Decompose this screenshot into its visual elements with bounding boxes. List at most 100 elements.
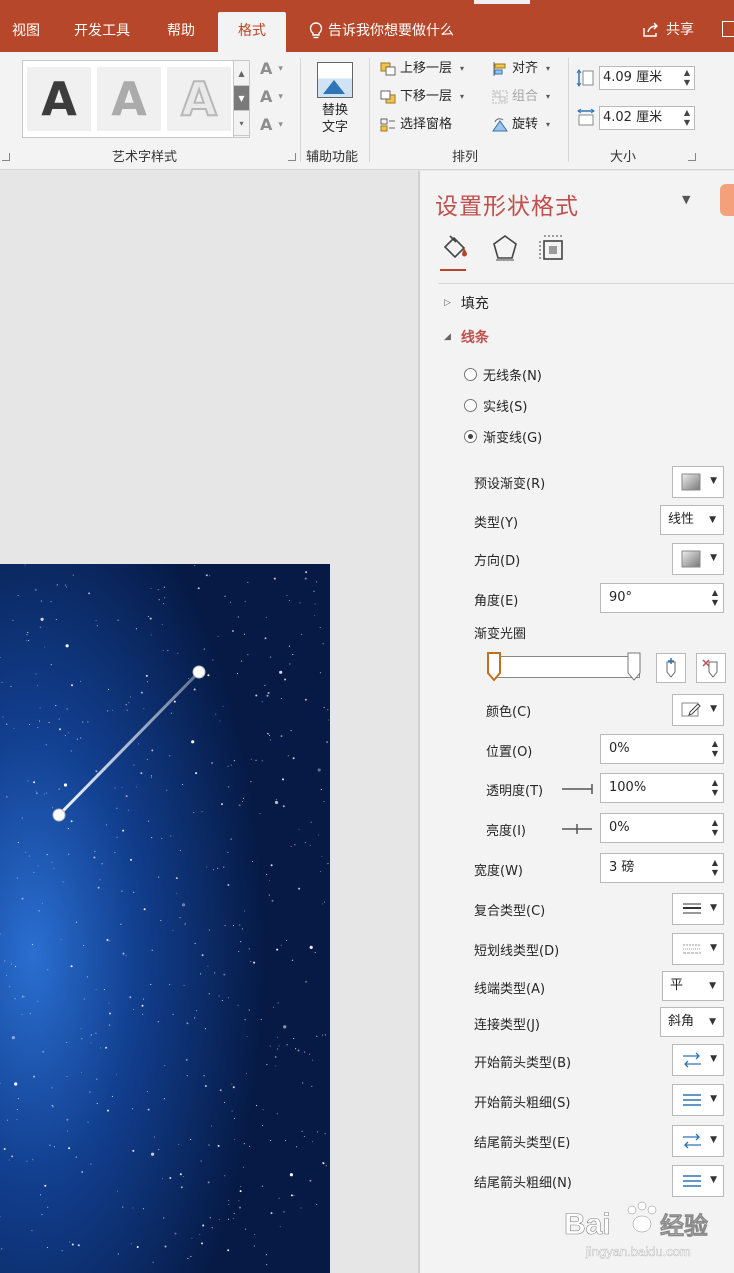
angle-label: 角度(E) <box>474 594 519 609</box>
tab-developer[interactable]: 开发工具 <box>74 20 130 42</box>
height-row: 4.09 厘米 ▲ ▼ <box>576 66 695 90</box>
tab-view[interactable]: 视图 <box>12 20 40 42</box>
width-label: 宽度(W) <box>474 864 523 879</box>
send-backward-button[interactable]: 下移一层 ▾ <box>380 86 464 108</box>
gradient-stops-label: 渐变光圈 <box>474 627 527 642</box>
tell-me-box[interactable]: 告诉我你想要做什么 <box>308 20 454 42</box>
arrow-types-icon <box>683 1133 701 1149</box>
dropdown-caret-icon: ▼ <box>709 981 716 991</box>
arrow-size-icon <box>683 1094 701 1106</box>
line-handle-end <box>192 665 206 679</box>
selection-pane-button[interactable]: 选择窗格 <box>380 114 452 136</box>
brightness-slider-icon[interactable] <box>562 822 594 836</box>
text-outline-button[interactable]: A ▾ <box>260 86 283 106</box>
radio-circle-selected[interactable] <box>464 430 477 443</box>
join-type-label: 连接类型(J) <box>474 1018 540 1033</box>
alt-text-icon <box>317 62 353 98</box>
shape-height-input[interactable]: 4.09 厘米 ▲ ▼ <box>599 66 695 90</box>
transparency-slider-icon[interactable] <box>562 782 594 796</box>
radio-solid-line[interactable]: 实线(S) <box>464 396 527 415</box>
alt-text-button[interactable]: 替换 文字 <box>315 62 355 136</box>
tab-format[interactable]: 格式 <box>218 12 286 52</box>
preset-gradient-button[interactable]: ▼ <box>672 466 724 498</box>
pane-close-icon[interactable] <box>720 184 734 216</box>
align-button[interactable]: 对齐 ▾ <box>492 58 550 80</box>
wordart-launcher-icon[interactable] <box>288 153 296 161</box>
wordart-style-2[interactable]: A <box>97 67 161 131</box>
gallery-scroll[interactable]: ▲ ▼ ▾ <box>233 61 249 137</box>
pane-options-chevron-icon[interactable]: ▼ <box>682 193 690 206</box>
radio-no-line[interactable]: 无线条(N) <box>464 365 542 384</box>
share-icon <box>643 22 658 37</box>
size-launcher-icon[interactable] <box>688 153 696 161</box>
bring-forward-button[interactable]: 上移一层 ▾ <box>380 58 464 80</box>
share-button[interactable]: 共享 <box>642 18 694 42</box>
text-fill-button[interactable]: A ▾ <box>260 58 283 78</box>
type-select[interactable]: 线性 ▼ <box>660 505 724 535</box>
gradient-stop-right[interactable] <box>627 652 641 682</box>
text-effects-button[interactable]: A ▾ <box>260 114 283 134</box>
shape-height-icon <box>576 69 594 87</box>
remove-stop-button[interactable] <box>696 653 726 683</box>
line-width-input[interactable]: 3 磅 ▲ ▼ <box>600 853 724 883</box>
window-strip <box>474 0 530 4</box>
gradient-stop-left[interactable] <box>487 652 501 682</box>
begin-arrow-size-button[interactable]: ▼ <box>672 1084 724 1116</box>
size-properties-icon[interactable] <box>538 233 568 263</box>
radio-circle[interactable] <box>464 368 477 381</box>
watermark-brand-2: 经验 <box>660 1212 708 1240</box>
shape-width-input[interactable]: 4.02 厘米 ▲ ▼ <box>599 106 695 130</box>
spin-arrows-icon[interactable]: ▲ ▼ <box>684 108 690 128</box>
dash-type-button[interactable]: ▼ <box>672 933 724 965</box>
spin-arrows-icon: ▲ ▼ <box>711 818 718 837</box>
send-backward-icon <box>380 90 396 104</box>
gradient-swatch-icon <box>681 473 701 491</box>
rotate-button[interactable]: 旋转 ▾ <box>492 114 550 136</box>
active-icon-underline <box>440 269 466 271</box>
transparency-input[interactable]: 100% ▲ ▼ <box>600 773 724 803</box>
spin-arrows-icon: ▲ ▼ <box>711 739 718 758</box>
begin-arrow-type-button[interactable]: ▼ <box>672 1044 724 1076</box>
group-button[interactable]: 组合 ▾ <box>492 86 550 108</box>
fill-section-header[interactable]: ▷ 填充 <box>444 293 489 313</box>
group-separator <box>369 58 370 162</box>
spin-arrows-icon[interactable]: ▲ ▼ <box>684 68 690 88</box>
join-type-select[interactable]: 斜角 ▼ <box>660 1007 724 1037</box>
type-label: 类型(Y) <box>474 516 519 531</box>
wordart-style-1[interactable]: A <box>27 67 91 131</box>
preset-gradient-label: 预设渐变(R) <box>474 477 546 492</box>
gallery-up-icon[interactable]: ▲ <box>234 61 249 86</box>
color-button[interactable]: ▼ <box>672 694 724 726</box>
pen-color-icon <box>681 702 701 717</box>
direction-button[interactable]: ▼ <box>672 543 724 575</box>
gradient-stops-bar[interactable] <box>492 656 640 678</box>
gallery-more-icon[interactable]: ▾ <box>234 111 249 136</box>
alt-text-label-1: 替换 <box>321 103 348 118</box>
radio-circle[interactable] <box>464 399 477 412</box>
line-section-header[interactable]: ◢ 线条 <box>444 327 489 347</box>
cap-type-label: 线端类型(A) <box>474 982 546 997</box>
wordart-gallery[interactable]: A A A ▲ ▼ ▾ <box>22 60 250 138</box>
direction-label: 方向(D) <box>474 554 521 569</box>
end-arrow-type-button[interactable]: ▼ <box>672 1125 724 1157</box>
tab-help[interactable]: 帮助 <box>167 20 195 42</box>
prev-launcher-icon[interactable] <box>2 153 10 161</box>
compound-type-button[interactable]: ▼ <box>672 893 724 925</box>
gallery-down-icon[interactable]: ▼ <box>234 86 249 111</box>
add-stop-button[interactable] <box>656 653 686 683</box>
fill-line-icon[interactable] <box>440 233 470 263</box>
spin-arrows-icon: ▲ ▼ <box>711 588 718 607</box>
brightness-input[interactable]: 0% ▲ ▼ <box>600 813 724 843</box>
radio-gradient-line[interactable]: 渐变线(G) <box>464 427 542 446</box>
position-input[interactable]: 0% ▲ ▼ <box>600 734 724 764</box>
cap-type-select[interactable]: 平 ▼ <box>662 971 724 1001</box>
effects-pentagon-icon[interactable] <box>490 233 520 263</box>
angle-input[interactable]: 90° ▲ ▼ <box>600 583 724 613</box>
slide-background <box>0 564 330 1273</box>
slide-starfield-image[interactable] <box>0 564 330 1273</box>
ribbon: A A A ▲ ▼ ▾ A ▾ A ▾ A ▾ 艺术字样式 替换 文字 辅助功能 上移… <box>0 52 734 170</box>
comments-icon[interactable] <box>722 21 734 37</box>
wordart-style-3[interactable]: A <box>167 67 231 131</box>
end-arrow-type-label: 结尾箭头类型(E) <box>474 1136 571 1151</box>
compound-type-label: 复合类型(C) <box>474 904 546 919</box>
